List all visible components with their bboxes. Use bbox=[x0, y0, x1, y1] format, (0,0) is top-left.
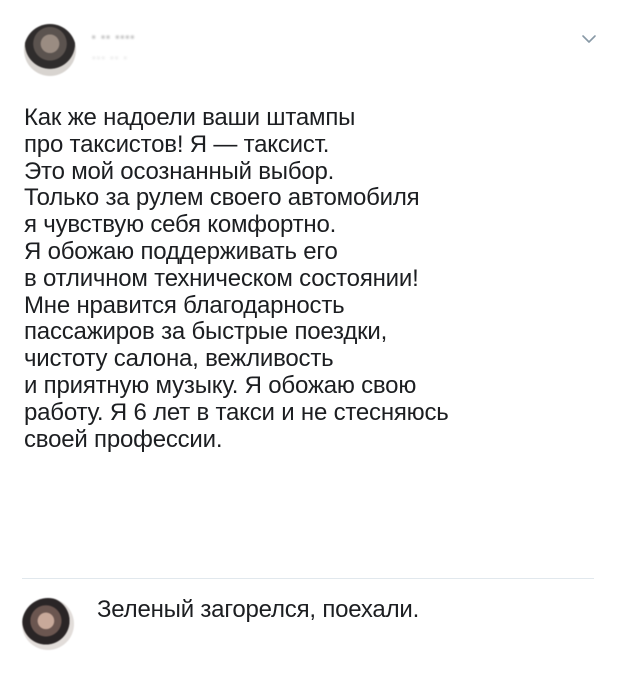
author-handle[interactable]: ··· ·· · bbox=[92, 52, 136, 64]
tweet-text: Как же надоели ваши штампы про таксистов… bbox=[24, 104, 449, 453]
author-display-name[interactable]: · ·· ···· bbox=[92, 30, 136, 44]
reply-avatar[interactable] bbox=[22, 598, 74, 650]
chevron-down-icon[interactable] bbox=[580, 30, 598, 48]
reply-text: Зеленый загорелся, поехали. bbox=[97, 596, 420, 623]
divider bbox=[22, 578, 594, 579]
author-avatar[interactable] bbox=[24, 24, 76, 76]
reply-item[interactable]: Зеленый загорелся, поехали. bbox=[22, 590, 594, 660]
tweet-header: · ·· ···· ··· ·· · bbox=[22, 20, 602, 80]
author-info[interactable]: · ·· ···· ··· ·· · bbox=[92, 30, 136, 64]
